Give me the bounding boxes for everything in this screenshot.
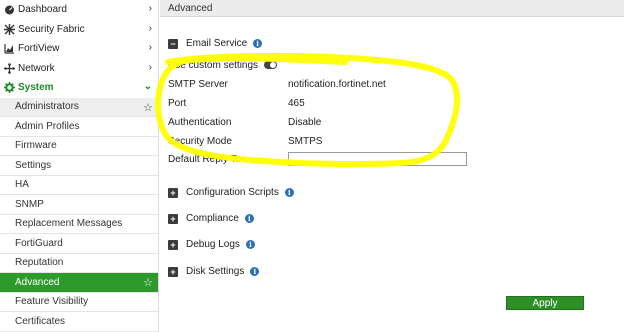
- use-custom-settings-toggle[interactable]: [264, 61, 278, 69]
- sidebar-item-label: FortiView: [18, 43, 60, 55]
- sidebar-item-label: Replacement Messages: [15, 218, 123, 230]
- section-title: Debug Logs: [186, 239, 240, 250]
- section-title: Disk Settings: [186, 266, 245, 277]
- sidebar-item-advanced[interactable]: Advanced ☆: [0, 273, 158, 293]
- section-title: Configuration Scripts: [186, 187, 279, 198]
- sidebar-item-label: System: [18, 82, 54, 94]
- default-reply-to-input[interactable]: [288, 152, 467, 166]
- expand-icon[interactable]: +: [168, 239, 178, 250]
- sidebar-item-administrators[interactable]: Administrators ☆: [0, 97, 158, 117]
- sidebar-item-label: Reputation: [15, 257, 64, 269]
- sidebar-item-network[interactable]: Network ›: [0, 59, 158, 79]
- field-label: SMTP Server: [168, 78, 228, 90]
- security-mode-row: Security Mode SMTPS: [168, 134, 322, 148]
- chevron-right-icon: ›: [148, 3, 152, 14]
- port-row: Port 465: [168, 96, 305, 110]
- sidebar-item-feature-visibility[interactable]: Feature Visibility: [0, 293, 158, 312]
- compliance-section-header[interactable]: + Compliance i: [168, 213, 254, 224]
- info-icon[interactable]: i: [284, 188, 294, 197]
- chevron-right-icon: ›: [148, 22, 152, 34]
- info-icon[interactable]: i: [253, 39, 263, 48]
- sidebar-item-label: Advanced: [15, 276, 60, 288]
- sidebar-item-label: SNMP: [15, 198, 44, 210]
- field-label: Authentication: [168, 116, 232, 128]
- info-icon[interactable]: i: [244, 214, 254, 223]
- security-fabric-icon: [3, 23, 15, 35]
- sidebar-item-label: Network: [18, 62, 55, 74]
- page-title: Advanced: [160, 0, 624, 17]
- sidebar-item-admin-profiles[interactable]: Admin Profiles: [0, 117, 158, 137]
- smtp-server-row: SMTP Server notification.fortinet.net: [168, 77, 386, 91]
- sidebar-item-label: FortiGuard: [15, 237, 63, 249]
- field-label: Default Reply To: [168, 153, 242, 165]
- sidebar-item-snmp[interactable]: SNMP: [0, 195, 158, 215]
- field-value: 465: [288, 97, 305, 109]
- field-value: Disable: [288, 116, 322, 128]
- chevron-down-icon: ⌄: [143, 81, 152, 92]
- field-label: Port: [168, 97, 187, 109]
- disk-settings-section-header[interactable]: + Disk Settings i: [168, 266, 260, 277]
- collapse-icon[interactable]: −: [168, 38, 178, 49]
- sidebar-item-system[interactable]: System ⌄: [0, 78, 158, 98]
- expand-icon[interactable]: +: [168, 266, 178, 277]
- sidebar-item-label: Admin Profiles: [15, 120, 80, 132]
- field-value: notification.fortinet.net: [288, 78, 386, 90]
- sidebar-item-label: Security Fabric: [18, 23, 85, 35]
- apply-button[interactable]: Apply: [506, 296, 584, 310]
- sidebar-item-label: Settings: [15, 159, 52, 171]
- authentication-row: Authentication Disable: [168, 115, 321, 129]
- star-icon[interactable]: ☆: [143, 101, 153, 114]
- info-icon[interactable]: i: [250, 267, 260, 276]
- sidebar-item-fortiview[interactable]: FortiView ›: [0, 39, 158, 59]
- sidebar-item-label: Certificates: [15, 315, 66, 327]
- configuration-scripts-section-header[interactable]: + Configuration Scripts i: [168, 187, 294, 198]
- chevron-right-icon: ›: [148, 61, 152, 73]
- sidebar-item-label: Firmware: [15, 140, 57, 152]
- section-title: Email Service: [186, 38, 248, 49]
- use-custom-settings-row: Use custom settings: [168, 58, 278, 72]
- dashboard-icon: [3, 4, 15, 16]
- expand-icon[interactable]: +: [168, 187, 178, 198]
- fortiview-icon: [3, 43, 15, 55]
- sidebar-item-ha[interactable]: HA: [0, 176, 158, 195]
- sidebar-item-firmware[interactable]: Firmware: [0, 137, 158, 156]
- sidebar-item-label: Dashboard: [18, 4, 67, 16]
- sidebar-item-label: Administrators: [15, 101, 79, 113]
- section-title: Compliance: [186, 213, 239, 224]
- sidebar-item-fortiguard[interactable]: FortiGuard: [0, 234, 158, 254]
- field-label: Security Mode: [168, 135, 232, 147]
- sidebar-item-dashboard[interactable]: Dashboard ›: [0, 0, 158, 20]
- use-custom-settings-label: Use custom settings: [168, 59, 259, 71]
- sidebar-item-reputation[interactable]: Reputation: [0, 254, 158, 273]
- sidebar: Dashboard › Security Fabric › FortiView …: [0, 0, 159, 332]
- debug-logs-section-header[interactable]: + Debug Logs i: [168, 239, 255, 250]
- network-icon: [3, 62, 15, 74]
- sidebar-item-certificates[interactable]: Certificates: [0, 312, 158, 332]
- system-gear-icon: [3, 82, 15, 94]
- expand-icon[interactable]: +: [168, 213, 178, 224]
- sidebar-item-label: Feature Visibility: [15, 296, 89, 308]
- star-icon[interactable]: ☆: [143, 276, 153, 289]
- sidebar-item-label: HA: [15, 179, 29, 191]
- sidebar-item-security-fabric[interactable]: Security Fabric ›: [0, 20, 158, 40]
- sidebar-item-settings[interactable]: Settings: [0, 156, 158, 176]
- info-icon[interactable]: i: [245, 240, 255, 249]
- sidebar-item-replacement-messages[interactable]: Replacement Messages: [0, 215, 158, 234]
- page-title-text: Advanced: [168, 2, 213, 14]
- chevron-right-icon: ›: [148, 42, 152, 53]
- field-value: SMTPS: [288, 135, 323, 147]
- email-service-section-header[interactable]: − Email Service i: [168, 38, 263, 49]
- default-reply-to-row: Default Reply To: [168, 152, 288, 166]
